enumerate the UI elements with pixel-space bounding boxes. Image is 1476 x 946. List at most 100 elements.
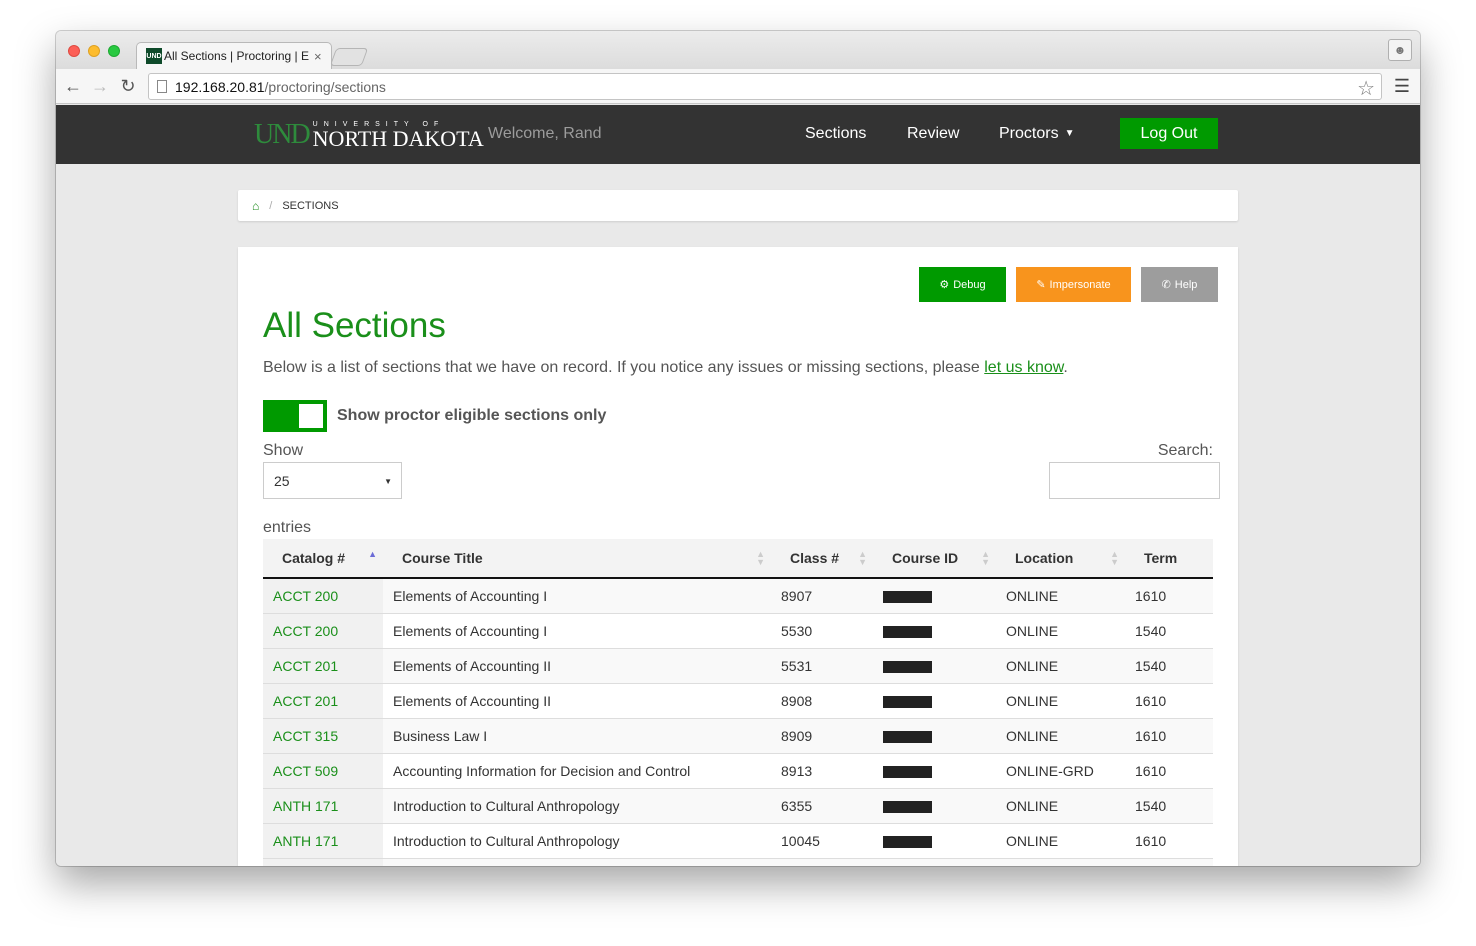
table-row: ACCT 201 Elements of Accounting II 5531 ONL… bbox=[263, 647, 1213, 683]
home-icon[interactable]: ⌂ bbox=[252, 199, 259, 213]
new-tab-button[interactable] bbox=[329, 48, 369, 66]
cell-class-number: 5530 bbox=[771, 612, 873, 648]
cell-location bbox=[996, 857, 1125, 866]
cell-catalog[interactable]: ACCT 509 bbox=[263, 752, 383, 788]
cell-term: 1610 bbox=[1125, 752, 1213, 788]
logo-wordmark: UNIVERSITY OF NORTH DAKOTA bbox=[312, 120, 484, 151]
help-button[interactable]: ✆ Help bbox=[1141, 267, 1218, 302]
redacted-course-id bbox=[883, 800, 932, 813]
cell-class-number: 8909 bbox=[771, 717, 873, 753]
cell-location: ONLINE bbox=[996, 717, 1125, 753]
cell-course-title: Accounting Information for Decision and … bbox=[383, 752, 771, 788]
cell-class-number: 8913 bbox=[771, 752, 873, 788]
cell-course-title: Elements of Accounting II bbox=[383, 682, 771, 718]
cell-term: 1610 bbox=[1125, 577, 1213, 613]
col-location[interactable]: Location ▲ ▼ bbox=[996, 539, 1125, 579]
col-course-id[interactable]: Course ID ▲ ▼ bbox=[873, 539, 996, 579]
cell-course-title: Business Law I bbox=[383, 717, 771, 753]
site-navbar: UND UNIVERSITY OF NORTH DAKOTA Welcome, … bbox=[56, 105, 1420, 164]
cell-catalog[interactable]: ACCT 201 bbox=[263, 647, 383, 683]
logo-north-dakota: NORTH DAKOTA bbox=[312, 126, 484, 151]
toggle-label: Show proctor eligible sections only bbox=[337, 407, 607, 424]
arrow-right-icon: → bbox=[91, 75, 109, 96]
cell-term: 1540 bbox=[1125, 647, 1213, 683]
cell-catalog[interactable]: ACCT 201 bbox=[263, 682, 383, 718]
col-term[interactable]: Term bbox=[1125, 539, 1213, 579]
entries-label: entries bbox=[263, 519, 312, 536]
close-window-button[interactable] bbox=[68, 45, 80, 57]
cell-course-id bbox=[873, 822, 996, 858]
cell-catalog[interactable]: ACCT 315 bbox=[263, 717, 383, 753]
col-class-number[interactable]: Class # ▲ ▼ bbox=[771, 539, 873, 579]
cell-location: ONLINE bbox=[996, 612, 1125, 648]
impersonate-button[interactable]: ✎ Impersonate bbox=[1016, 267, 1131, 302]
browser-tab[interactable]: UND All Sections | Proctoring | E × bbox=[136, 42, 332, 69]
cell-course-id bbox=[873, 857, 996, 866]
forward-button[interactable]: → bbox=[89, 75, 111, 97]
cell-term: 1540 bbox=[1125, 787, 1213, 823]
col-course-title[interactable]: Course Title ▲ ▼ bbox=[383, 539, 771, 579]
cell-catalog[interactable]: ACCT 200 bbox=[263, 577, 383, 613]
let-us-know-link[interactable]: let us know bbox=[984, 359, 1063, 376]
table-row: ANTH 171 Introduction to Cultural Anthrop… bbox=[263, 822, 1213, 858]
search-input[interactable] bbox=[1049, 462, 1220, 499]
col-catalog-label: Catalog # bbox=[282, 550, 346, 566]
maximize-window-button[interactable] bbox=[108, 45, 120, 57]
page-length-select[interactable]: 25 ▼ bbox=[263, 462, 402, 499]
eligible-only-toggle[interactable] bbox=[263, 400, 327, 432]
favicon-icon: UND bbox=[146, 48, 162, 64]
table-row: ACCT 315 Business Law I 8909 ONLINE 1610 bbox=[263, 717, 1213, 753]
page-viewport: UND UNIVERSITY OF NORTH DAKOTA Welcome, … bbox=[56, 105, 1420, 866]
cell-class-number: 8908 bbox=[771, 682, 873, 718]
gear-icon: ⚙ bbox=[939, 279, 950, 291]
cell-location: ONLINE bbox=[996, 577, 1125, 613]
cell-catalog[interactable]: ANTH 171 bbox=[263, 787, 383, 823]
breadcrumb: ⌂ / SECTIONS bbox=[238, 190, 1238, 221]
cell-course-id bbox=[873, 682, 996, 718]
cell-catalog[interactable] bbox=[263, 857, 383, 866]
cell-class-number: 8907 bbox=[771, 577, 873, 613]
impersonate-label: Impersonate bbox=[1049, 278, 1111, 291]
cell-catalog[interactable]: ACCT 200 bbox=[263, 612, 383, 648]
cell-class-number: 6355 bbox=[771, 787, 873, 823]
cell-location: ONLINE bbox=[996, 682, 1125, 718]
cell-term: 1610 bbox=[1125, 717, 1213, 753]
logout-button[interactable]: Log Out bbox=[1120, 118, 1218, 149]
page-title: All Sections bbox=[263, 306, 446, 345]
table-row: ACCT 200 Elements of Accounting I 5530 ONLI… bbox=[263, 612, 1213, 648]
cell-term: 1610 bbox=[1125, 682, 1213, 718]
address-bar[interactable]: 192.168.20.81/proctoring/sections ☆ bbox=[148, 73, 1382, 100]
tab-close-icon[interactable]: × bbox=[314, 49, 322, 64]
profile-button[interactable]: ☻ bbox=[1388, 39, 1412, 61]
und-logo[interactable]: UND UNIVERSITY OF NORTH DAKOTA bbox=[254, 119, 484, 151]
url-host: 192.168.20.81 bbox=[175, 78, 265, 95]
reload-button[interactable]: ↻ bbox=[117, 75, 139, 97]
sort-icon: ▲ ▼ bbox=[1110, 549, 1119, 567]
cell-catalog[interactable]: ANTH 171 bbox=[263, 822, 383, 858]
cell-course-title: Elements of Accounting I bbox=[383, 612, 771, 648]
browser-menu-icon[interactable]: ☰ bbox=[1394, 76, 1410, 97]
browser-window: UND All Sections | Proctoring | E × ☻ ← … bbox=[56, 31, 1420, 866]
person-icon: ☻ bbox=[1393, 43, 1407, 57]
cell-course-title: Introduction to Cultural Anthropology bbox=[383, 822, 771, 858]
show-label: Show bbox=[263, 442, 304, 459]
cell-course-title: Elements of Accounting II bbox=[383, 647, 771, 683]
nav-review-link[interactable]: Review bbox=[907, 125, 959, 143]
redacted-course-id bbox=[883, 765, 932, 778]
description-end: . bbox=[1063, 359, 1068, 376]
cell-course-id bbox=[873, 612, 996, 648]
nav-proctors-label: Proctors bbox=[999, 125, 1059, 142]
tab-strip: UND All Sections | Proctoring | E × ☻ bbox=[56, 31, 1420, 69]
description-text: Below is a list of sections that we have… bbox=[263, 359, 985, 376]
nav-proctors-dropdown[interactable]: Proctors ▼ bbox=[999, 125, 1074, 143]
page-length-value: 25 bbox=[274, 472, 290, 489]
back-button[interactable]: ← bbox=[62, 75, 84, 97]
cell-course-id bbox=[873, 647, 996, 683]
col-catalog[interactable]: Catalog # ▲ bbox=[263, 539, 383, 579]
minimize-window-button[interactable] bbox=[88, 45, 100, 57]
nav-sections-link[interactable]: Sections bbox=[805, 125, 866, 143]
col-course-id-label: Course ID bbox=[892, 550, 959, 566]
debug-button[interactable]: ⚙ Debug bbox=[919, 267, 1006, 302]
bookmark-star-icon[interactable]: ☆ bbox=[1357, 76, 1375, 101]
cell-term: 1540 bbox=[1125, 612, 1213, 648]
